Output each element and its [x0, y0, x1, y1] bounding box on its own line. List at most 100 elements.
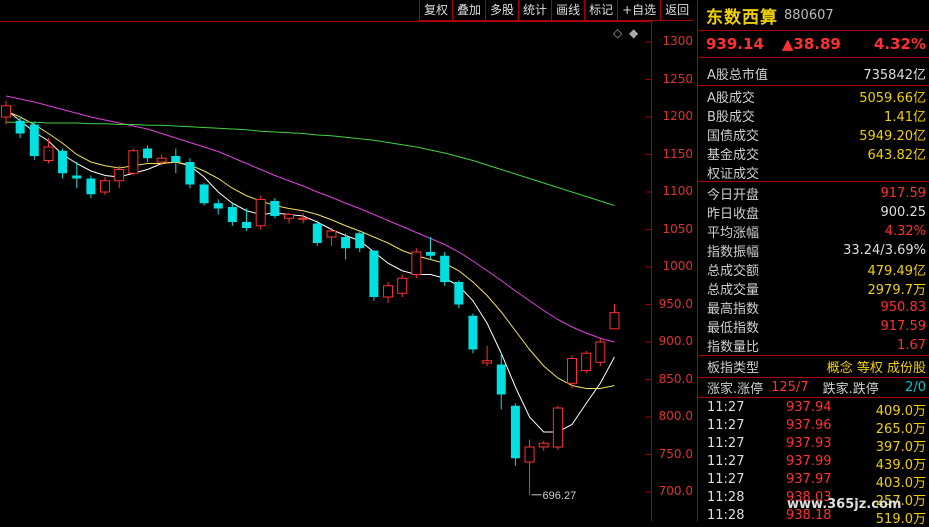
stat-value: 4.32%: [884, 224, 926, 239]
candle-body[interactable]: [468, 315, 478, 350]
candle-body[interactable]: [29, 124, 39, 157]
turnover-row: B股成交 1.41亿: [698, 106, 929, 125]
price-change: ▲38.89: [781, 35, 841, 53]
toolbar-multi-stock-button[interactable]: 多股: [485, 0, 519, 21]
y-tick-label: 900.0: [658, 334, 693, 348]
candle-body[interactable]: [156, 157, 167, 163]
candle-body[interactable]: [255, 199, 266, 227]
turnover-value: 1.41亿: [884, 110, 926, 125]
candle-body[interactable]: [369, 250, 379, 298]
diamond-filled-icon[interactable]: ◆: [629, 26, 639, 40]
candle-body[interactable]: [100, 180, 111, 193]
candle-body[interactable]: [284, 214, 294, 219]
y-tick-label: 1200: [662, 109, 693, 123]
candle-body[interactable]: [581, 352, 592, 371]
stat-row: 最低指数 917.59: [698, 317, 929, 336]
candle-body[interactable]: [114, 169, 125, 182]
y-tick-label: 1000: [662, 259, 693, 273]
candle-body[interactable]: [524, 446, 535, 463]
stat-label: 指数量比: [707, 340, 760, 355]
index-code: 880607: [784, 7, 834, 23]
candlestick-chart[interactable]: 696.27 ◇ ◆: [0, 0, 697, 521]
candle-body[interactable]: [298, 217, 309, 220]
candle-body[interactable]: [213, 203, 223, 209]
candle-body[interactable]: [270, 201, 280, 216]
candle-body[interactable]: [86, 178, 96, 195]
decliners-label: 跌家.跌停: [822, 382, 879, 397]
candle-body[interactable]: [15, 120, 25, 134]
candle-body[interactable]: [496, 364, 506, 395]
candle-body[interactable]: [552, 407, 563, 448]
candle-body[interactable]: [595, 341, 606, 363]
candle-body[interactable]: [355, 233, 365, 249]
candle-body[interactable]: [538, 442, 549, 448]
tick-time: 11:28: [707, 490, 745, 505]
candle-body[interactable]: [199, 184, 209, 204]
candle-body[interactable]: [426, 252, 435, 256]
tick-row[interactable]: 11:27 937.97 403.0万: [698, 472, 929, 491]
turnover-value: 5949.20亿: [859, 129, 926, 144]
candle-body[interactable]: [171, 156, 181, 162]
candle-body[interactable]: [185, 162, 195, 185]
candle-body[interactable]: [143, 148, 152, 159]
stat-label: 总成交量: [707, 283, 760, 298]
candle-body[interactable]: [43, 146, 54, 161]
index-header: 东数西算 880607: [706, 4, 834, 28]
stat-row: 今日开盘 917.59: [698, 184, 929, 203]
tick-price: 937.96: [786, 418, 832, 433]
tick-row[interactable]: 11:27 937.94 409.0万: [698, 400, 929, 419]
toolbar-stats-button[interactable]: 统计: [518, 0, 552, 21]
market-cap-row: A股总市值 735842亿: [698, 64, 929, 83]
tick-price: 937.99: [786, 454, 832, 469]
advancers-value: 125/7: [771, 380, 809, 395]
stat-label: 平均涨幅: [707, 226, 760, 241]
candle-body[interactable]: [312, 223, 322, 244]
market-cap-label: A股总市值: [707, 68, 768, 83]
stat-label: 最高指数: [707, 302, 760, 317]
toolbar-overlay-button[interactable]: 叠加: [452, 0, 486, 21]
sector-type-row: 板指类型 概念 等权 成份股: [698, 357, 929, 376]
candle-body[interactable]: [609, 312, 620, 330]
candle-body[interactable]: [128, 150, 139, 174]
y-tick-label: 850.0: [658, 371, 693, 386]
candle-body[interactable]: [440, 255, 450, 282]
tick-price: 937.94: [786, 400, 832, 415]
tick-time: 11:27: [707, 472, 745, 487]
turnover-label: B股成交: [707, 110, 755, 125]
adv-dec-row: 涨家.涨停 125/7 跌家.跌停 2/0: [698, 378, 929, 397]
candle-body[interactable]: [510, 405, 520, 459]
candle-body[interactable]: [242, 222, 252, 228]
candle-body[interactable]: [397, 277, 408, 294]
tick-row[interactable]: 11:27 937.93 397.0万: [698, 436, 929, 455]
candle-body[interactable]: [227, 207, 237, 222]
toolbar-fuquan-button[interactable]: 复权: [419, 0, 453, 21]
candle-body[interactable]: [383, 285, 394, 298]
sector-type-value: 概念 等权 成份股: [826, 361, 926, 376]
candle-body[interactable]: [567, 358, 577, 384]
turnover-row: A股成交 5059.66亿: [698, 87, 929, 106]
market-cap-value: 735842亿: [863, 68, 926, 83]
candle-body[interactable]: [326, 230, 337, 238]
turnover-value: 643.82亿: [867, 148, 927, 163]
tick-time: 11:27: [707, 454, 745, 469]
index-name: 东数西算: [706, 7, 778, 28]
candle-body[interactable]: [58, 150, 68, 174]
candle-body[interactable]: [1, 105, 11, 118]
low-annotation: 696.27: [543, 490, 577, 502]
stat-value: 2979.7万: [867, 283, 927, 298]
tick-time: 11:27: [707, 400, 745, 415]
candle-body[interactable]: [411, 251, 422, 275]
turnover-row: 权证成交: [698, 163, 929, 182]
toolbar-mark-button[interactable]: 标记: [584, 0, 618, 21]
tick-row[interactable]: 11:27 937.96 265.0万: [698, 418, 929, 437]
tick-row[interactable]: 11:27 937.99 439.0万: [698, 454, 929, 473]
stat-row: 指数振幅 33.24/3.69%: [698, 241, 929, 260]
toolbar-draw-line-button[interactable]: 画线: [551, 0, 585, 21]
diamond-icon[interactable]: ◇: [613, 26, 623, 40]
candle-body[interactable]: [482, 360, 493, 364]
quote-panel: 东数西算 880607 939.14 ▲38.89 4.32% A股总市值 73…: [697, 0, 929, 527]
y-tick-label: 1300: [662, 34, 693, 48]
candle-body[interactable]: [341, 237, 351, 249]
candle-body[interactable]: [72, 175, 82, 179]
candle-body[interactable]: [454, 282, 464, 305]
